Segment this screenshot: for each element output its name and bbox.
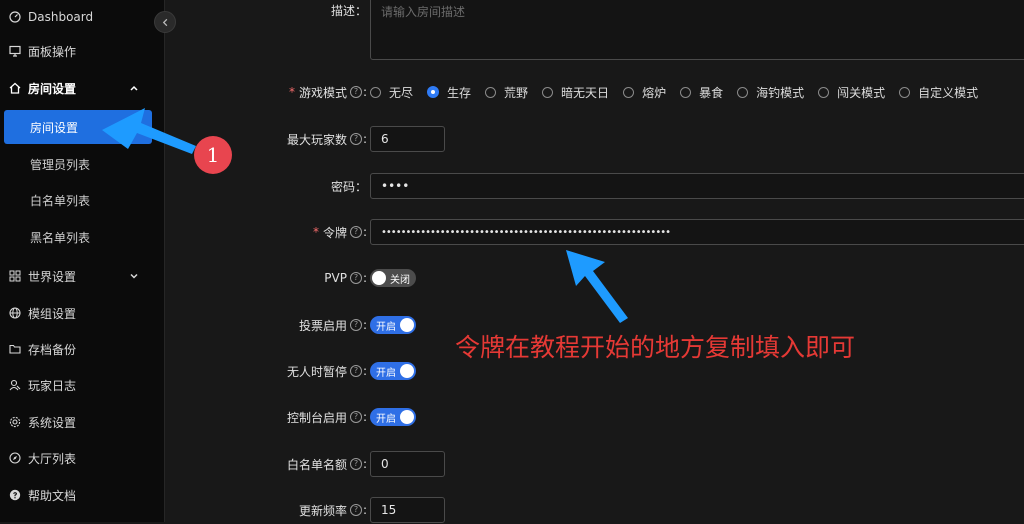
user-icon	[8, 378, 22, 392]
radio-challenge[interactable]: 闯关模式	[818, 84, 885, 101]
sidebar-item-help-docs[interactable]: 帮助文档	[0, 478, 164, 512]
description-label: 描述：	[330, 3, 367, 18]
sidebar-item-lobby-list[interactable]: 大厅列表	[0, 441, 164, 475]
max-players-label: 最大玩家数 ?:	[286, 132, 367, 147]
form-row-pvp: PVP ?: 关闭	[183, 264, 1024, 292]
sidebar-item-label: 黑名单列表	[30, 230, 91, 245]
help-icon[interactable]: ?	[349, 458, 362, 470]
vote-label: 投票启用 ?:	[298, 318, 367, 333]
sidebar-item-label: 模组设置	[28, 306, 77, 321]
form-row-max-players: 最大玩家数 ?: 6	[183, 125, 1024, 153]
password-input[interactable]: ••••	[370, 173, 1024, 199]
gear-icon	[8, 415, 22, 429]
game-mode-radio-group: 无尽 生存 荒野 暗无天日 熔炉 暴食 海钓模式 闯关模式 自定义模式	[370, 78, 992, 106]
game-mode-label: * 游戏模式 ?:	[288, 85, 367, 100]
sidebar-item-blacklist[interactable]: 黑名单列表	[0, 220, 164, 254]
annotation-tip-text: 令牌在教程开始的地方复制填入即可	[455, 333, 856, 362]
radio-survival[interactable]: 生存	[427, 84, 471, 101]
radio-custom[interactable]: 自定义模式	[899, 84, 978, 101]
sidebar-item-label: 面板操作	[28, 44, 77, 59]
pause-when-empty-label: 无人时暂停 ?:	[286, 364, 367, 379]
chevron-down-icon	[130, 273, 138, 279]
sidebar-item-label: 系统设置	[28, 415, 77, 430]
sidebar-item-label: 玩家日志	[28, 378, 77, 393]
folder-icon	[8, 342, 22, 356]
chevron-up-icon	[130, 85, 138, 91]
help-icon[interactable]: ?	[349, 319, 362, 331]
monitor-icon	[8, 44, 22, 58]
dashboard-icon	[8, 10, 22, 24]
compass-icon	[8, 451, 22, 465]
update-frequency-label: 更新频率 ?:	[298, 503, 367, 518]
sidebar-item-label: 帮助文档	[28, 488, 77, 503]
grid-icon	[8, 269, 22, 283]
pvp-label: PVP ?:	[324, 271, 367, 285]
radio-wilderness[interactable]: 荒野	[485, 84, 528, 101]
form-row-game-mode: * 游戏模式 ?: 无尽 生存 荒野 暗无天日 熔炉 暴食 海钓模式 闯关模式 …	[183, 78, 1024, 106]
main-content: 描述： 请输入房间描述 * 游戏模式 ?: 无尽 生存 荒野 暗无天日 熔炉 暴…	[183, 0, 1024, 524]
whitelist-slots-label: 白名单名额 ?:	[286, 457, 367, 472]
help-icon	[8, 488, 22, 502]
sidebar-item-label: Dashboard	[28, 10, 94, 24]
form-row-console: 控制台启用 ?: 开启	[183, 403, 1024, 431]
sidebar: Dashboard 面板操作 房间设置 房间设置 管理员列表 白名单列表 黑名单…	[0, 0, 165, 522]
sidebar-item-mod-settings[interactable]: 模组设置	[0, 296, 164, 330]
sidebar-item-dashboard[interactable]: Dashboard	[0, 0, 164, 34]
help-icon[interactable]: ?	[349, 133, 362, 145]
help-icon[interactable]: ?	[349, 504, 362, 516]
form-row-token: * 令牌 ?: ••••••••••••••••••••••••••••••••…	[183, 218, 1024, 246]
sidebar-item-label: 房间设置	[28, 81, 77, 96]
sidebar-item-backup[interactable]: 存档备份	[0, 332, 164, 366]
max-players-input[interactable]: 6	[370, 126, 445, 152]
collapse-sidebar-button[interactable]	[154, 11, 176, 33]
help-icon[interactable]: ?	[349, 411, 362, 423]
whitelist-slots-input[interactable]: 0	[370, 451, 445, 477]
sidebar-item-panel[interactable]: 面板操作	[0, 34, 164, 68]
sidebar-item-label: 管理员列表	[30, 157, 91, 172]
description-textarea[interactable]: 请输入房间描述	[370, 0, 1024, 60]
sidebar-item-label: 存档备份	[28, 342, 77, 357]
sidebar-item-room-settings[interactable]: 房间设置	[4, 110, 152, 144]
sidebar-item-system-settings[interactable]: 系统设置	[0, 405, 164, 439]
token-input[interactable]: ••••••••••••••••••••••••••••••••••••••••…	[370, 219, 1024, 245]
radio-fishing[interactable]: 海钓模式	[737, 84, 804, 101]
sidebar-item-label: 世界设置	[28, 269, 77, 284]
home-icon	[8, 81, 22, 95]
annotation-badge: 1	[194, 136, 232, 174]
console-switch[interactable]: 开启	[370, 408, 416, 426]
help-icon[interactable]: ?	[349, 365, 362, 377]
globe-icon	[8, 306, 22, 320]
help-icon[interactable]: ?	[349, 86, 362, 98]
sidebar-item-world-settings[interactable]: 世界设置	[0, 259, 164, 293]
password-label: 密码：	[330, 179, 367, 194]
pause-when-empty-switch[interactable]: 开启	[370, 362, 416, 380]
vote-switch[interactable]: 开启	[370, 316, 416, 334]
token-label: * 令牌 ?:	[312, 225, 367, 240]
form-row-password: 密码： ••••	[183, 172, 1024, 200]
radio-lights-out[interactable]: 暗无天日	[542, 84, 609, 101]
required-mark: *	[312, 225, 319, 239]
required-mark: *	[288, 85, 295, 99]
radio-forge[interactable]: 熔炉	[623, 84, 666, 101]
sidebar-item-whitelist[interactable]: 白名单列表	[0, 183, 164, 217]
update-frequency-input[interactable]: 15	[370, 497, 445, 523]
sidebar-item-player-log[interactable]: 玩家日志	[0, 368, 164, 402]
console-label: 控制台启用 ?:	[286, 410, 367, 425]
sidebar-item-label: 房间设置	[30, 120, 79, 135]
radio-gorge[interactable]: 暴食	[680, 84, 723, 101]
form-row-update-frequency: 更新频率 ?: 15	[183, 496, 1024, 524]
help-icon[interactable]: ?	[349, 272, 362, 284]
chevron-left-icon	[162, 18, 167, 26]
pvp-switch[interactable]: 关闭	[370, 269, 416, 287]
sidebar-item-room-settings-group[interactable]: 房间设置	[0, 71, 164, 105]
sidebar-item-label: 大厅列表	[28, 451, 77, 466]
help-icon[interactable]: ?	[349, 226, 362, 238]
radio-endless[interactable]: 无尽	[370, 84, 413, 101]
form-row-whitelist-slots: 白名单名额 ?: 0	[183, 450, 1024, 478]
sidebar-item-label: 白名单列表	[30, 193, 91, 208]
sidebar-item-admin-list[interactable]: 管理员列表	[0, 147, 164, 181]
